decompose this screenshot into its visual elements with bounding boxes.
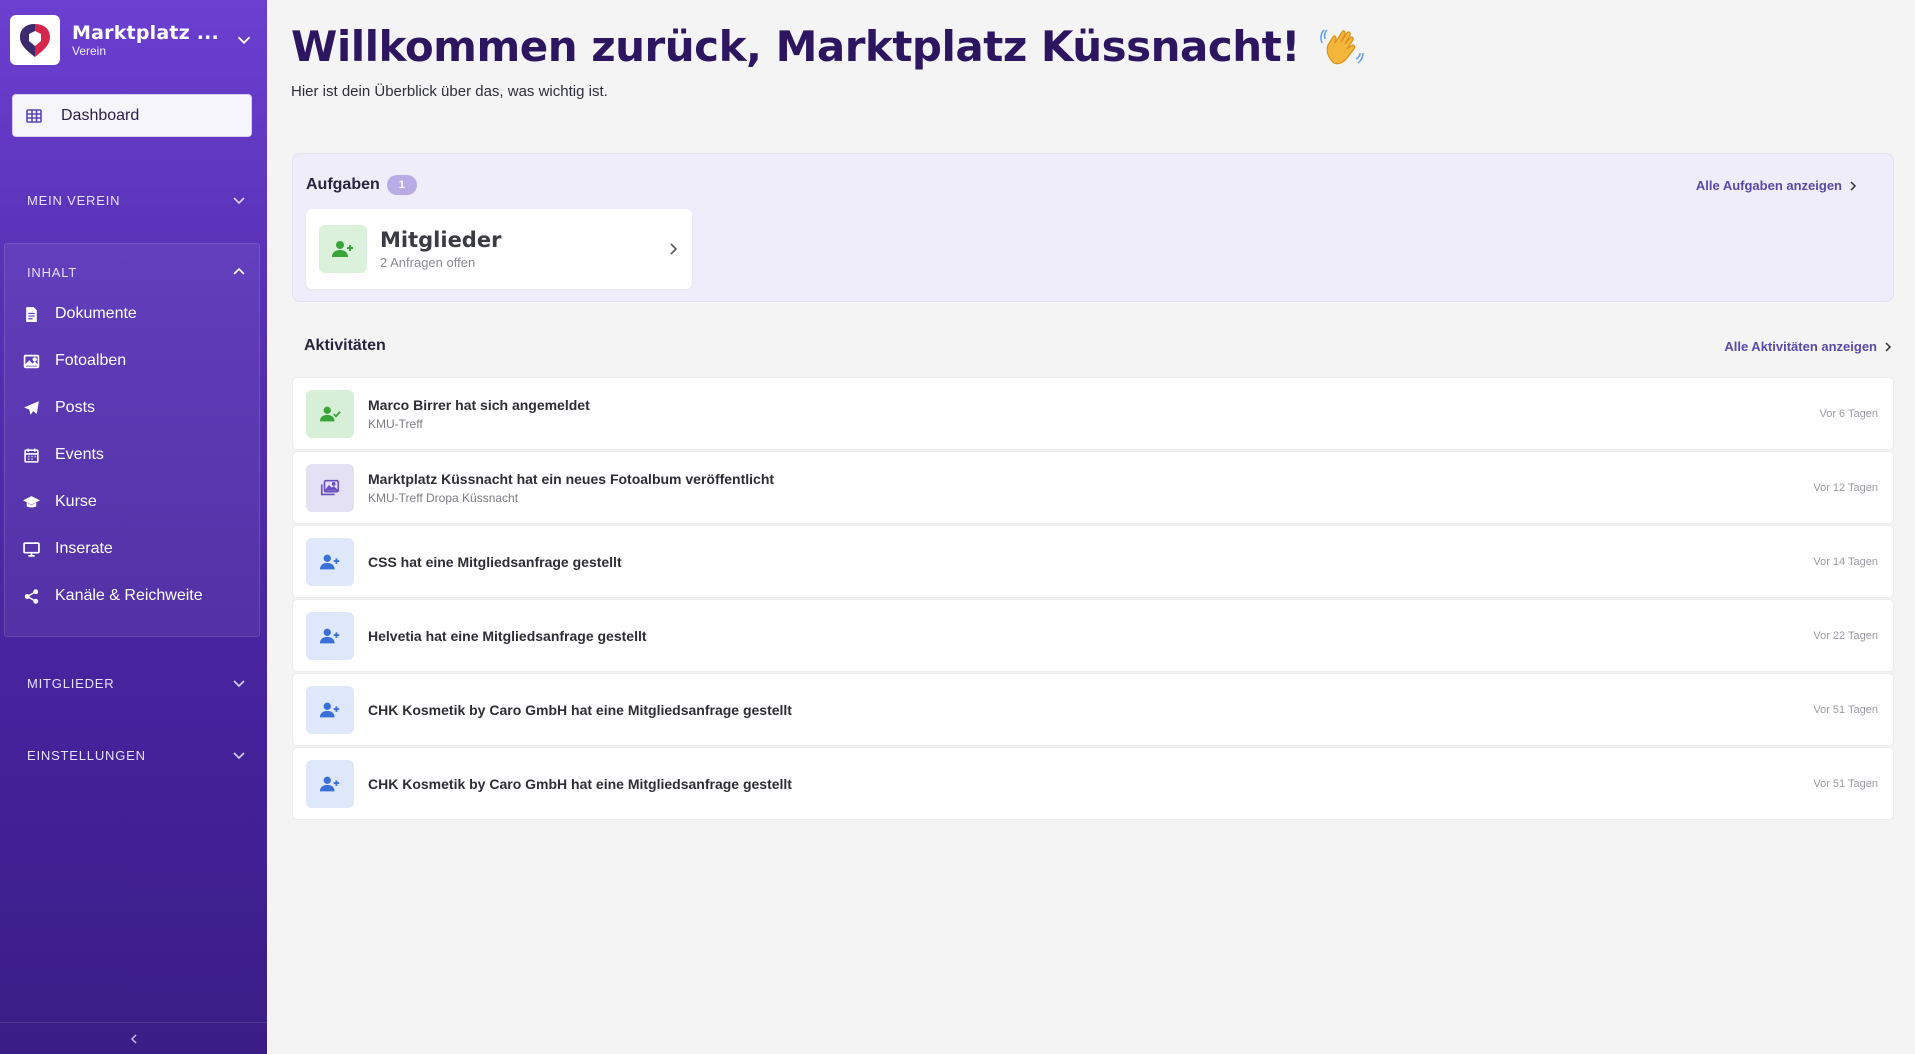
section-label: EINSTELLUNGEN	[27, 747, 146, 763]
sidebar-item-posts[interactable]: Posts	[22, 390, 252, 426]
sidebar-item-label: Dokumente	[55, 305, 137, 322]
sidebar-item-label: Fotoalben	[55, 352, 127, 369]
all-activities-link[interactable]: Alle Aktivitäten anzeigen	[1724, 339, 1894, 354]
sidebar-item-fotoalben[interactable]: Fotoalben	[22, 343, 252, 379]
all-tasks-link-label: Alle Aufgaben anzeigen	[1695, 178, 1842, 193]
tasks-count-badge: 1	[386, 175, 417, 195]
activity-icon	[306, 537, 354, 586]
paper-plane-icon	[23, 400, 39, 415]
activity-row[interactable]: Helvetia hat eine Mitgliedsanfrage geste…	[292, 599, 1894, 672]
document-icon	[25, 306, 37, 322]
user-plus-icon	[319, 554, 340, 569]
activity-row[interactable]: Marco Birrer hat sich angemeldet KMU-Tre…	[292, 377, 1894, 450]
sidebar-item-label: Kanäle & Reichweite	[55, 587, 203, 604]
activity-title: CHK Kosmetik by Caro GmbH hat eine Mitgl…	[368, 701, 792, 718]
task-card-mitglieder[interactable]: Mitglieder 2 Anfragen offen	[306, 209, 692, 289]
share-icon	[24, 588, 38, 604]
activity-title: Marco Birrer hat sich angemeldet	[368, 396, 590, 413]
section-mitglieder[interactable]: MITGLIEDER	[0, 668, 267, 698]
activity-row[interactable]: CHK Kosmetik by Caro GmbH hat eine Mitgl…	[292, 747, 1894, 820]
activity-icon	[306, 759, 354, 808]
activity-time: Vor 6 Tagen	[1819, 407, 1878, 420]
activity-time: Vor 14 Tagen	[1813, 555, 1878, 568]
tasks-title: Aufgaben	[306, 176, 380, 193]
task-subtitle: 2 Anfragen offen	[380, 255, 476, 270]
activity-icon	[306, 389, 354, 438]
task-icon	[319, 225, 367, 273]
image-icon	[23, 354, 39, 368]
calendar-icon	[23, 448, 39, 463]
activity-subtitle: KMU-Treff	[368, 416, 423, 431]
dashboard-nav-button[interactable]: Dashboard	[12, 94, 252, 137]
activity-row[interactable]: CHK Kosmetik by Caro GmbH hat eine Mitgl…	[292, 673, 1894, 746]
graduation-cap-icon	[22, 495, 40, 507]
page-title: Willkommen zurück, Marktplatz Küssnacht!	[291, 22, 1364, 71]
sidebar-item-kurse[interactable]: Kurse	[22, 484, 252, 520]
activity-title: CHK Kosmetik by Caro GmbH hat eine Mitgl…	[368, 775, 792, 792]
photo-album-icon	[320, 479, 340, 495]
sidebar-item-dokumente[interactable]: Dokumente	[22, 296, 252, 332]
activity-icon	[306, 463, 354, 512]
table-grid-icon	[26, 108, 42, 123]
chevron-down-icon	[237, 36, 251, 45]
chevron-right-icon	[670, 243, 678, 255]
activities-title: Aktivitäten	[304, 337, 386, 354]
user-plus-icon	[319, 776, 340, 791]
chevron-down-icon	[233, 197, 245, 205]
organization-switcher[interactable]: Marktplatz ... Verein	[10, 10, 257, 70]
chevron-right-icon	[1850, 180, 1857, 191]
task-title: Mitglieder	[380, 228, 502, 252]
dashboard-label: Dashboard	[61, 106, 140, 124]
main-content: Willkommen zurück, Marktplatz Küssnacht!…	[267, 0, 1915, 1054]
activity-row[interactable]: Marktplatz Küssnacht hat ein neues Fotoa…	[292, 451, 1894, 524]
activity-icon	[306, 685, 354, 734]
activity-icon	[306, 611, 354, 660]
sidebar-item-label: Inserate	[55, 540, 113, 557]
sidebar-item-inserate[interactable]: Inserate	[22, 531, 252, 567]
activity-title: Marktplatz Küssnacht hat ein neues Fotoa…	[368, 470, 775, 487]
page-subtitle: Hier ist dein Überblick über das, was wi…	[291, 83, 608, 100]
organization-type: Verein	[72, 44, 107, 58]
sidebar-item-kanaele[interactable]: Kanäle & Reichweite	[22, 578, 252, 614]
tasks-panel: Aufgaben 1 Alle Aufgaben anzeigen Mitgli…	[292, 153, 1894, 302]
activity-row[interactable]: CSS hat eine Mitgliedsanfrage gestellt V…	[292, 525, 1894, 598]
section-label: MEIN VEREIN	[27, 192, 121, 208]
all-activities-link-label: Alle Aktivitäten anzeigen	[1724, 339, 1877, 354]
user-plus-icon	[332, 241, 353, 257]
user-plus-icon	[319, 702, 340, 717]
activity-list: Marco Birrer hat sich angemeldet KMU-Tre…	[292, 377, 1894, 821]
user-check-icon	[319, 406, 341, 421]
monitor-icon	[22, 541, 40, 557]
sidebar: Marktplatz ... Verein Dashboard MEIN VER…	[0, 0, 267, 1054]
sidebar-item-label: Events	[55, 446, 104, 463]
waving-hand-icon	[1320, 28, 1364, 64]
sidebar-item-label: Posts	[55, 399, 96, 416]
activity-subtitle: KMU-Treff Dropa Küssnacht	[368, 490, 519, 505]
activity-time: Vor 51 Tagen	[1813, 703, 1878, 716]
chevron-down-icon	[233, 752, 245, 760]
section-inhalt[interactable]: INHALT	[0, 257, 267, 287]
activity-title: Helvetia hat eine Mitgliedsanfrage geste…	[368, 627, 647, 644]
section-label: INHALT	[27, 264, 78, 280]
activity-title: CSS hat eine Mitgliedsanfrage gestellt	[368, 553, 622, 570]
user-plus-icon	[319, 628, 340, 643]
tasks-header: Aufgaben 1	[306, 175, 417, 195]
section-einstellungen[interactable]: EINSTELLUNGEN	[0, 740, 267, 770]
organization-name: Marktplatz ...	[72, 22, 219, 44]
section-label: MITGLIEDER	[27, 675, 115, 691]
activity-time: Vor 51 Tagen	[1813, 777, 1878, 790]
activity-time: Vor 22 Tagen	[1813, 629, 1878, 642]
chevron-down-icon	[233, 680, 245, 688]
collapse-sidebar-button[interactable]	[0, 1022, 267, 1054]
section-mein-verein[interactable]: MEIN VEREIN	[0, 185, 267, 215]
page-title-text: Willkommen zurück, Marktplatz Küssnacht!	[291, 22, 1300, 71]
activity-time: Vor 12 Tagen	[1813, 481, 1878, 494]
sidebar-item-label: Kurse	[55, 493, 97, 510]
organization-logo	[10, 15, 60, 65]
all-tasks-link[interactable]: Alle Aufgaben anzeigen	[1696, 178, 1859, 193]
sidebar-item-events[interactable]: Events	[22, 437, 252, 473]
chevron-right-icon	[1885, 341, 1892, 352]
chevron-up-icon	[233, 267, 245, 275]
chevron-left-icon	[130, 1033, 137, 1044]
